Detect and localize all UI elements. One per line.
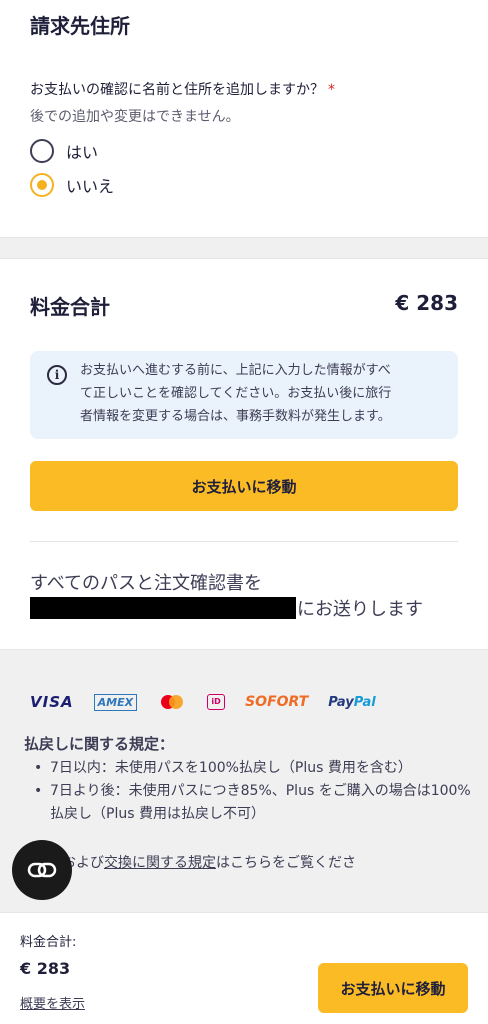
chat-button[interactable] [12, 840, 72, 900]
view-summary-link[interactable]: 概要を表示 [20, 993, 85, 1012]
radio-label-no: いいえ [66, 177, 115, 196]
list-item: 7日より後：未使用パスにつき85%、Plus をご購入の場合は100%払戻し（P… [34, 780, 474, 826]
chat-icon [27, 862, 57, 878]
send-email-line: にお送りします [30, 595, 423, 621]
radio-button-yes[interactable] [30, 139, 54, 163]
mastercard-logo [157, 692, 187, 712]
amex-logo: AMEX [93, 693, 138, 711]
radio-option-yes[interactable]: はい [30, 139, 98, 163]
total-card: 料金合計 € 283 i お支払いへ進むする前に、上記に入力した情報がすべ て正… [0, 258, 488, 650]
exchange-policy-link[interactable]: 交換に関する規定 [104, 855, 216, 871]
policy-suffix: はこちらをご覧くださ [216, 855, 356, 871]
radio-option-no[interactable]: いいえ [30, 173, 114, 197]
exchange-policy-line: および交換に関する規定はこちらをご覧くださ [62, 852, 356, 872]
ideal-logo: iD [207, 694, 226, 710]
info-text: お支払いへ進むする前に、上記に入力した情報がすべ て正しいことを確認してください… [80, 359, 450, 428]
go-to-payment-button[interactable]: お支払いに移動 [30, 461, 458, 511]
total-amount: € 283 [395, 291, 458, 315]
paypal-logo-part-b: Pal [353, 694, 376, 710]
divider [30, 541, 458, 542]
radio-button-no[interactable] [30, 173, 54, 197]
paypal-logo-part-a: Pay [328, 694, 354, 710]
refund-policy-title: 払戻しに関する規定： [24, 735, 175, 753]
info-line: て正しいことを確認してください。お支払い後に旅行 [80, 386, 392, 401]
redacted-email [30, 597, 296, 619]
radio-label-yes: はい [66, 143, 99, 162]
bottom-go-to-payment-button[interactable]: お支払いに移動 [318, 963, 468, 1013]
info-line: お支払いへ進むする前に、上記に入力した情報がすべ [80, 363, 391, 378]
info-line: 者情報を変更する場合は、事務手数料が発生します。 [80, 409, 391, 424]
paypal-logo: PayPal [328, 695, 375, 710]
billing-address-card: 請求先住所 お支払いの確認に名前と住所を追加しますか？ * 後での追加や変更はでき… [0, 0, 488, 238]
info-icon: i [47, 365, 67, 385]
refund-policy-list: 7日以内：未使用パスを100%払戻し（Plus 費用を含む） 7日より後：未使用… [34, 757, 474, 826]
cannot-change-note: 後での追加や変更はできません。 [30, 109, 240, 125]
send-suffix-text: にお送りします [297, 599, 423, 620]
list-item: 7日以内：未使用パスを100%払戻し（Plus 費用を含む） [34, 757, 474, 780]
billing-title: 請求先住所 [30, 14, 130, 38]
sofort-logo: SOFORT [245, 694, 309, 710]
bottom-total-amount: € 283 [20, 959, 71, 978]
question-text: お支払いの確認に名前と住所を追加しますか？ [30, 82, 324, 98]
add-name-address-question: お支払いの確認に名前と住所を追加しますか？ * [30, 79, 335, 99]
info-notice: i お支払いへ進むする前に、上記に入力した情報がすべ て正しいことを確認してくだ… [30, 351, 458, 439]
total-title: 料金合計 [30, 295, 110, 319]
sticky-checkout-bar: 料金合計: € 283 概要を表示 お支払いに移動 [0, 912, 488, 1024]
send-confirmation-text: すべてのパスと注文確認書を [30, 573, 263, 594]
payment-method-logos: VISA AMEX iD SOFORT PayPal [30, 692, 396, 712]
required-mark: * [328, 82, 335, 98]
bottom-total-label: 料金合計: [20, 935, 77, 950]
visa-logo: VISA [30, 693, 74, 711]
